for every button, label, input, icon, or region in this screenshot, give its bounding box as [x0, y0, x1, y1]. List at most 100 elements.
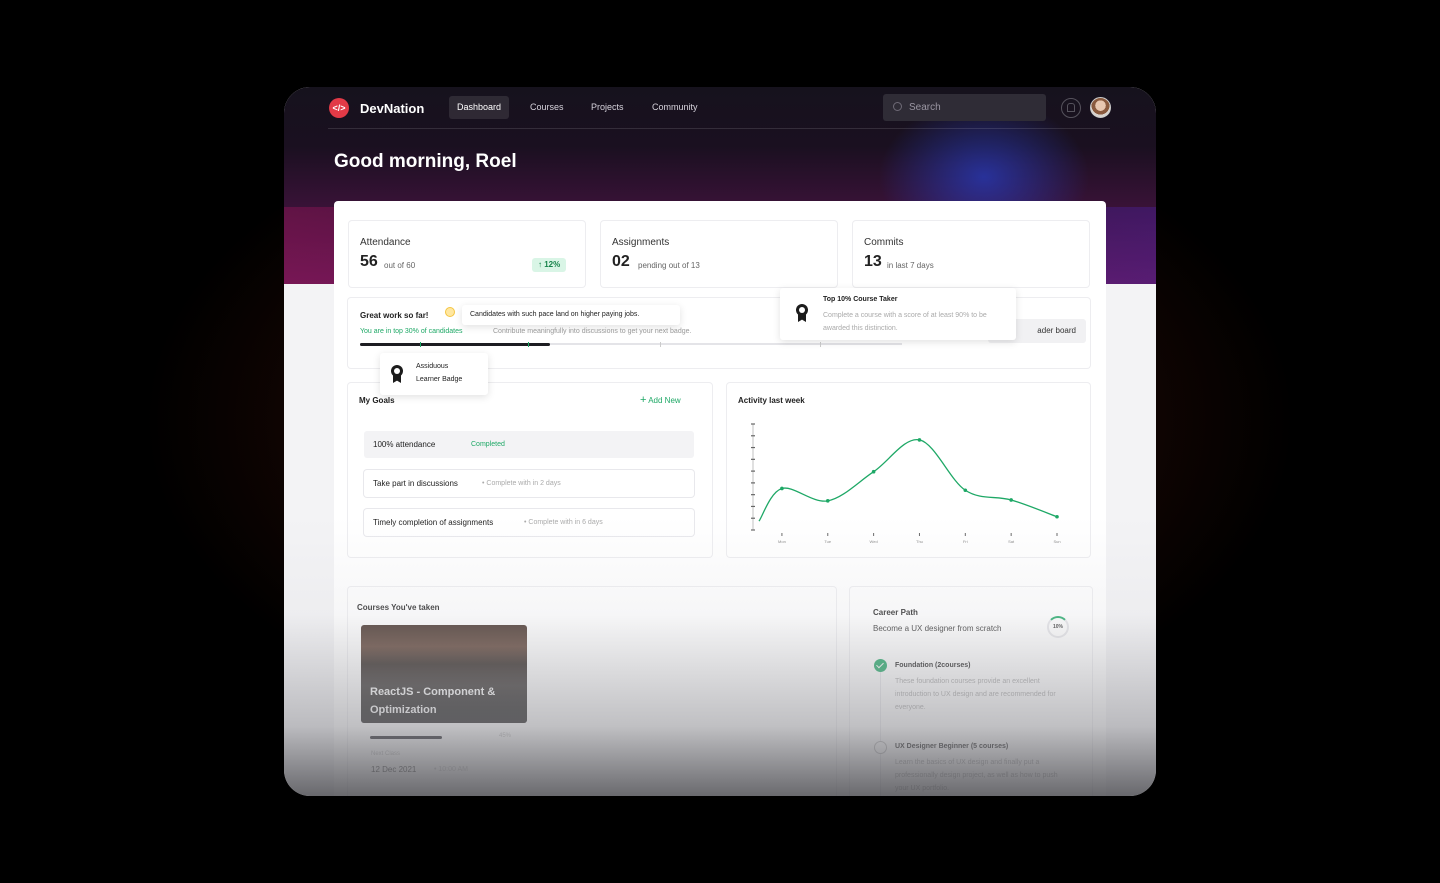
stat-sub: out of 60 [384, 261, 416, 270]
progress-fill [360, 343, 550, 346]
badge-tooltip-assiduous: Assiduous Learner Badge [380, 353, 488, 395]
course-percent: 45% [499, 733, 512, 739]
goals-card: My Goals + Add New 100% attendance Compl… [348, 383, 712, 557]
search-box[interactable] [883, 94, 1046, 121]
delta-badge: ↑ 12% [532, 258, 567, 272]
career-progress-ring: 10% [1047, 616, 1069, 638]
goals-title: My Goals [359, 396, 395, 405]
career-title: Career Path [873, 608, 918, 617]
medal-icon [795, 304, 809, 322]
activity-title: Activity last week [738, 396, 805, 405]
data-point[interactable] [1009, 498, 1013, 502]
career-subtitle: Become a UX designer from scratch [873, 624, 1002, 633]
add-new-label: Add New [648, 396, 681, 405]
x-tick-label: Fri [963, 539, 968, 544]
stat-commits: Commits 13 in last 7 days [853, 221, 1089, 287]
top-nav: </> DevNation Dashboard Courses Projects… [284, 87, 1156, 129]
goal-item[interactable]: Timely completion of assignments • Compl… [364, 509, 694, 536]
goal-status: • Complete with in 2 days [482, 480, 561, 487]
bell-icon[interactable] [1061, 98, 1081, 118]
goal-status: Completed [471, 441, 505, 448]
data-point[interactable] [963, 488, 968, 493]
x-tick-label: Thu [916, 539, 923, 544]
progress-tick [528, 342, 529, 347]
logo-icon[interactable]: </> [329, 98, 349, 118]
next-class-label: Next Class [371, 751, 401, 757]
plus-icon: + [640, 394, 647, 406]
stat-value: 13 [864, 253, 882, 270]
activity-card: Activity last week Mon Tue Wed Thu Fri Sat Sun [727, 383, 1090, 557]
data-point[interactable] [917, 438, 922, 442]
data-point[interactable] [780, 486, 784, 491]
badge-line1: Assiduous [416, 363, 449, 370]
timeline-line [880, 671, 881, 796]
progress-track [360, 342, 902, 347]
lightbulb-icon [445, 307, 455, 317]
stat-label: Commits [864, 237, 904, 248]
course-thumbnail[interactable]: ReactJS - Component & Optimization [361, 625, 527, 723]
progress-tick [420, 342, 421, 347]
nav-community[interactable]: Community [644, 96, 706, 119]
app-window: </> DevNation Dashboard Courses Projects… [284, 87, 1156, 796]
step-desc: These foundation courses provide an exce… [895, 678, 1056, 711]
add-goal-button[interactable]: + Add New [640, 394, 681, 406]
pace-tooltip: Candidates with such pace land on higher… [462, 305, 680, 325]
badge2-title: Top 10% Course Taker [823, 296, 898, 303]
career-card: Career Path Become a UX designer from sc… [850, 587, 1092, 796]
next-class-date: 12 Dec 2021 [371, 765, 417, 774]
avatar[interactable] [1090, 97, 1111, 118]
x-tick-label: Sat [1008, 539, 1015, 544]
backdrop: </> DevNation Dashboard Courses Projects… [0, 0, 1440, 883]
stat-label: Assignments [612, 237, 670, 248]
x-tick-label: Mon [778, 539, 786, 544]
stat-sub: in last 7 days [887, 261, 934, 270]
nav-dashboard[interactable]: Dashboard [449, 96, 510, 119]
series-line [758, 439, 1058, 522]
progress-tick [820, 342, 821, 347]
medal-icon [390, 365, 404, 383]
course-name: ReactJS - Component & Optimization [370, 686, 496, 716]
activity-chart: Mon Tue Wed Thu Fri Sat Sun [751, 423, 1061, 544]
data-point[interactable] [871, 469, 876, 474]
nav-divider [328, 128, 1110, 129]
goal-status: • Complete with in 6 days [524, 519, 603, 526]
goal-name: 100% attendance [373, 440, 436, 449]
courses-card: Courses You've taken ReactJS - Component… [348, 587, 836, 796]
check-icon [874, 659, 887, 672]
search-icon [893, 102, 902, 111]
clock-icon [874, 741, 887, 754]
stat-assignments: Assignments 02 pending out of 13 [601, 221, 837, 287]
goal-name: Timely completion of assignments [373, 518, 494, 527]
data-point[interactable] [1055, 514, 1059, 519]
goal-item[interactable]: Take part in discussions • Complete with… [364, 470, 694, 497]
badge-tooltip-top10: Top 10% Course Taker Complete a course w… [780, 288, 1016, 340]
step-title[interactable]: UX Designer Beginner (5 courses) [895, 743, 1008, 750]
dashboard-panel: Attendance 56 out of 60 ↑ 12% Assignment… [334, 201, 1106, 796]
nav-courses[interactable]: Courses [522, 96, 572, 119]
goal-name: Take part in discussions [373, 479, 458, 488]
nav-projects[interactable]: Projects [583, 96, 632, 119]
next-class-time: • 10:00 AM [434, 766, 468, 773]
stat-attendance: Attendance 56 out of 60 ↑ 12% [349, 221, 585, 287]
x-tick-label: Sun [1053, 539, 1060, 544]
search-input[interactable] [909, 94, 1039, 121]
page-title: Good morning, Roel [334, 151, 517, 172]
data-point[interactable] [825, 499, 830, 503]
courses-title: Courses You've taken [357, 603, 440, 612]
x-tick-label: Wed [870, 539, 878, 544]
stat-sub: pending out of 13 [638, 261, 700, 270]
badge2-desc: Complete a course with a score of at lea… [823, 312, 987, 332]
progress-subtitle: You are in top 30% of candidates [360, 328, 463, 335]
brand-name[interactable]: DevNation [360, 101, 424, 116]
stat-label: Attendance [360, 237, 411, 248]
progress-title: Great work so far! [360, 311, 429, 320]
progress-hint: Contribute meaningfully into discussions… [493, 328, 692, 335]
badge-line2: Learner Badge [416, 376, 463, 383]
course-progress-bar [370, 736, 442, 739]
goal-item[interactable]: 100% attendance Completed [364, 431, 694, 458]
progress-tick [660, 342, 661, 347]
stat-value: 02 [612, 253, 630, 270]
step-desc: Learn the basics of UX design and finall… [895, 759, 1058, 792]
step-title[interactable]: Foundation (2courses) [895, 662, 970, 669]
stat-value: 56 [360, 253, 378, 270]
